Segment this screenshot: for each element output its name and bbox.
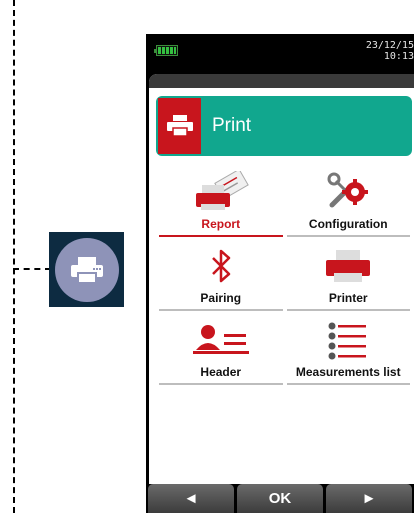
menu-item-label: Header [200,365,242,379]
callout-line-horizontal [13,268,51,270]
screen-top-strip [149,74,414,88]
softkey-left[interactable]: ◄ [148,484,234,513]
page-title: Print [212,115,252,136]
softkey-right[interactable]: ► [326,484,412,513]
menu-item-header[interactable]: Header [159,311,283,385]
print-callout-badge [49,232,124,307]
time-text: 10:13 [383,51,414,62]
list-icon [328,322,367,360]
menu-item-label: Printer [328,291,368,305]
device-screen: Print Report Configuration Pairing Print… [149,74,414,484]
callout-line-vertical [13,0,15,513]
status-bar: 23/12/15 10:13 [146,34,414,72]
printer-icon [70,256,103,284]
printer-icon [166,115,193,137]
gear-wrench-icon [327,172,369,208]
battery-icon [154,45,178,56]
menu-item-label: Pairing [200,291,242,305]
menu-item-label: Configuration [308,217,388,231]
menu-item-measurements-list[interactable]: Measurements list [286,311,410,385]
menu-item-label: Report [201,217,241,231]
menu-item-label: Measurements list [295,365,401,379]
user-header-icon [192,325,249,354]
date-time: 23/12/15 10:13 [366,40,414,62]
menu-item-pairing[interactable]: Pairing [159,237,283,311]
analyzer-device: 23/12/15 10:13 Print Report Configuratio… [146,34,414,513]
print-callout-circle [54,237,119,302]
print-header: Print [156,96,412,156]
bluetooth-icon [211,249,230,283]
softkey-ok[interactable]: OK [237,484,323,513]
menu-item-report[interactable]: Report [159,163,283,237]
print-menu-grid: Report Configuration Pairing Printer Hea… [157,163,412,385]
printer-icon [326,250,371,282]
softkey-bar: ◄ OK ► [146,484,414,513]
menu-item-printer[interactable]: Printer [286,237,410,311]
date-text: 23/12/15 [365,40,414,51]
menu-item-configuration[interactable]: Configuration [286,163,410,237]
report-print-icon [195,171,249,210]
header-icon-box [158,98,201,154]
